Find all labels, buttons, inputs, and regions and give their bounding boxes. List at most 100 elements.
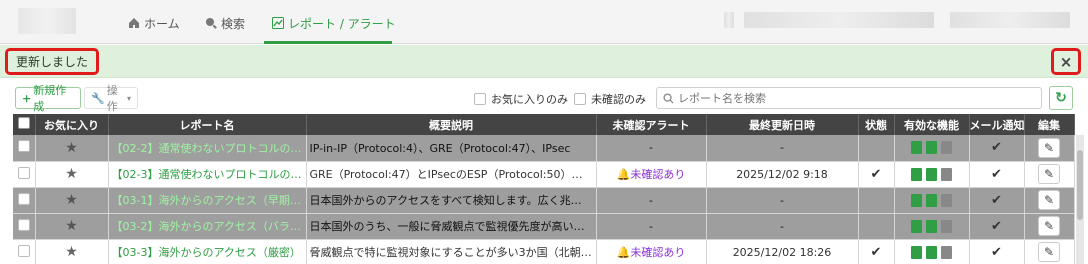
- row-select[interactable]: [13, 213, 36, 240]
- unconfirmed-only-checkbox[interactable]: [574, 93, 586, 105]
- row-checkbox[interactable]: [17, 192, 30, 205]
- plus-icon: +: [22, 91, 32, 105]
- favorites-only-checkbox[interactable]: [474, 93, 486, 105]
- nav-home[interactable]: ホーム: [128, 14, 180, 32]
- star-icon[interactable]: ★: [65, 192, 78, 208]
- mail-check: ✔: [991, 244, 1002, 260]
- close-button[interactable]: ×: [1051, 48, 1081, 75]
- bell-icon: 🔔: [616, 168, 631, 181]
- pencil-icon: ✎: [1043, 245, 1055, 259]
- scrollbar-thumb[interactable]: [1077, 150, 1083, 220]
- report-feature-icon: [911, 245, 922, 259]
- row-checkbox[interactable]: [17, 140, 30, 153]
- new-report-button[interactable]: + 新規作成: [15, 84, 81, 113]
- user-icon[interactable]: [724, 12, 734, 28]
- alert-feature-icon: [926, 193, 937, 207]
- star-icon[interactable]: ★: [65, 140, 78, 156]
- unconfirmed-alert[interactable]: 🔔未確認あり: [596, 239, 707, 264]
- account-menu[interactable]: [950, 12, 1070, 28]
- report-name[interactable]: 【02-2】通常使わないプロトコルの通信: [108, 135, 307, 162]
- report-name[interactable]: 【03-3】海外からのアクセス（厳密）: [108, 239, 307, 264]
- edit-button[interactable]: ✎: [1038, 137, 1060, 158]
- edit-button[interactable]: ✎: [1038, 216, 1060, 236]
- header-description[interactable]: 概要説明: [306, 114, 597, 135]
- edit-cell: ✎: [1024, 187, 1075, 214]
- header-mail[interactable]: メール通知: [969, 114, 1025, 135]
- favorite-cell[interactable]: ★: [35, 161, 109, 188]
- user-info[interactable]: [744, 12, 934, 28]
- active-tab-indicator: [264, 41, 392, 44]
- enabled-features: [894, 239, 970, 264]
- table-row[interactable]: ★ 【03-2】海外からのアクセス（バランス 日本国外のうち、一般に脅威観点で監…: [13, 213, 1075, 240]
- chart-feature-icon: [941, 245, 952, 259]
- edit-button[interactable]: ✎: [1038, 242, 1060, 262]
- mail-notify: ✔: [969, 187, 1025, 214]
- refresh-icon: ↻: [1055, 90, 1067, 106]
- favorites-only-filter[interactable]: お気に入りのみ: [474, 91, 568, 107]
- report-name[interactable]: 【02-3】通常使わないプロトコルの通信: [108, 161, 307, 188]
- last-updated: -: [706, 135, 859, 162]
- report-name[interactable]: 【03-1】海外からのアクセス（早期警戒: [108, 187, 307, 214]
- alert-feature-icon: [926, 141, 937, 155]
- home-icon: [129, 18, 139, 28]
- report-name[interactable]: 【03-2】海外からのアクセス（バランス: [108, 213, 307, 240]
- edit-cell: ✎: [1024, 239, 1075, 264]
- header-favorites[interactable]: お気に入り: [35, 114, 109, 135]
- pencil-icon: ✎: [1043, 140, 1055, 155]
- row-select[interactable]: [13, 135, 36, 162]
- header-enabled-features[interactable]: 有効な機能: [894, 114, 970, 135]
- row-select[interactable]: [13, 161, 36, 188]
- nav-search[interactable]: 検索: [205, 14, 245, 32]
- header-last-updated[interactable]: 最終更新日時: [706, 114, 859, 135]
- wrench-icon: 🔧: [91, 91, 105, 105]
- last-updated: -: [706, 187, 859, 214]
- star-icon[interactable]: ★: [65, 166, 78, 182]
- unconfirmed-only-filter[interactable]: 未確認のみ: [574, 91, 646, 107]
- row-select[interactable]: [13, 187, 36, 214]
- enabled-features: [894, 187, 970, 214]
- last-updated: 2025/12/02 18:26: [706, 239, 859, 264]
- star-icon[interactable]: ★: [65, 218, 78, 234]
- select-all-checkbox[interactable]: [17, 117, 30, 129]
- report-search[interactable]: [656, 87, 1042, 109]
- favorite-cell[interactable]: ★: [35, 213, 109, 240]
- alert-feature-icon: [926, 167, 937, 181]
- pencil-icon: ✎: [1043, 219, 1055, 233]
- table-row[interactable]: ★ 【02-3】通常使わないプロトコルの通信 GRE（Protocol:47）と…: [13, 161, 1075, 188]
- row-checkbox[interactable]: [17, 244, 30, 257]
- star-icon[interactable]: ★: [65, 244, 78, 260]
- bell-icon: 🔔: [616, 246, 631, 259]
- chart-feature-icon: [941, 167, 952, 181]
- search-input[interactable]: [678, 91, 1018, 105]
- mail-notify: ✔: [969, 213, 1025, 240]
- search-icon: [663, 92, 674, 104]
- favorite-cell[interactable]: ★: [35, 239, 109, 264]
- table-row[interactable]: ★ 【03-3】海外からのアクセス（厳密） 脅威観点で特に監視対象にすることが多…: [13, 239, 1075, 264]
- favorite-cell[interactable]: ★: [35, 187, 109, 214]
- table-row[interactable]: ★ 【02-2】通常使わないプロトコルの通信 IP-in-IP（Protocol…: [13, 135, 1075, 162]
- chart-feature-icon: [941, 141, 952, 155]
- nav-reports[interactable]: レポート / アラート: [272, 14, 396, 32]
- favorite-cell[interactable]: ★: [35, 135, 109, 162]
- unconfirmed-alert[interactable]: 🔔未確認あり: [596, 161, 707, 188]
- unconfirmed-alert: -: [596, 213, 707, 240]
- search-icon: [206, 18, 217, 29]
- header-edit: 編集: [1024, 114, 1075, 135]
- state: [858, 213, 895, 240]
- operations-dropdown[interactable]: 🔧 操作 ▾: [84, 84, 138, 113]
- header-unconfirmed-alert[interactable]: 未確認アラート: [596, 114, 707, 135]
- refresh-button[interactable]: ↻: [1049, 86, 1073, 110]
- table-row[interactable]: ★ 【03-1】海外からのアクセス（早期警戒 日本国外からのアクセスをすべて検知…: [13, 187, 1075, 214]
- header-report-name[interactable]: レポート名: [108, 114, 307, 135]
- edit-button[interactable]: ✎: [1038, 164, 1060, 184]
- logo[interactable]: [18, 8, 76, 34]
- report-feature-icon: [911, 219, 922, 233]
- row-select[interactable]: [13, 239, 36, 264]
- row-checkbox[interactable]: [17, 218, 30, 231]
- nav-home-label: ホーム: [144, 16, 180, 31]
- alert-feature-icon: [926, 219, 937, 233]
- edit-button[interactable]: ✎: [1038, 190, 1060, 210]
- header-state[interactable]: 状態: [858, 114, 895, 135]
- banner-message: 更新しました: [5, 48, 100, 75]
- row-checkbox[interactable]: [17, 166, 30, 179]
